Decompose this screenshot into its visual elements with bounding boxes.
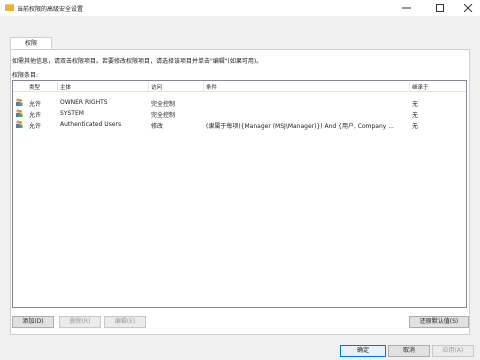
edit-button[interactable]: 编辑(E)	[104, 316, 146, 328]
apply-button[interactable]: 应用(A)	[432, 345, 474, 357]
column-divider[interactable]	[148, 82, 149, 91]
permission-entries-label: 权限条目:	[12, 72, 39, 79]
column-header-inherited-from[interactable]: 继承于	[412, 83, 429, 91]
maximize-icon	[435, 4, 444, 12]
entry-type: 允许	[29, 112, 42, 119]
column-header-type[interactable]: 类型	[29, 83, 40, 91]
remove-button[interactable]: 删除(R)	[59, 316, 101, 328]
entry-inherited-from: 无	[412, 112, 419, 119]
entry-access: 完全控制	[151, 112, 176, 119]
entry-principal: OWNER RIGHTS	[60, 99, 108, 106]
restore-defaults-button[interactable]: 还原默认值(S)	[409, 316, 469, 328]
users-icon	[16, 109, 23, 117]
minimize-button[interactable]	[391, 0, 421, 16]
list-header: 类型 主体 访问 条件 继承于	[13, 81, 466, 92]
entry-condition: (隶属于每项({Manager (MSJ\Manager)}) And {用户,…	[206, 123, 394, 130]
users-icon	[16, 98, 23, 106]
ok-button[interactable]: 确定	[340, 345, 386, 357]
table-row[interactable]: 允许 Authenticated Users 修改 (隶属于每项({Manage…	[13, 119, 466, 130]
column-header-principal[interactable]: 主体	[60, 83, 71, 91]
minimize-icon	[401, 7, 411, 9]
column-header-condition[interactable]: 条件	[206, 83, 217, 91]
entry-inherited-from: 无	[412, 101, 419, 108]
table-row[interactable]: 允许 SYSTEM 完全控制 无	[13, 108, 466, 119]
close-button[interactable]	[453, 0, 480, 16]
users-icon	[16, 120, 23, 128]
entry-inherited-from: 无	[412, 123, 419, 130]
entry-principal: Authenticated Users	[60, 121, 122, 128]
entry-type: 允许	[29, 123, 42, 130]
cancel-button[interactable]: 取消	[388, 345, 430, 357]
column-divider[interactable]	[203, 82, 204, 91]
column-divider[interactable]	[409, 82, 410, 91]
entry-access: 修改	[151, 123, 164, 130]
info-text: 如需其他信息，请双击权限项目。若要修改权限项目，请选择该项目并单击"编辑"(如果…	[12, 58, 263, 65]
maximize-button[interactable]	[425, 0, 455, 16]
column-divider[interactable]	[57, 82, 58, 91]
entry-type: 允许	[29, 101, 42, 108]
entry-principal: SYSTEM	[60, 110, 84, 117]
column-header-access[interactable]: 访问	[151, 83, 162, 91]
permission-entries-list[interactable]: 类型 主体 访问 条件 继承于 允许 OWNER RIGHTS 完全控制 无 允…	[12, 80, 467, 308]
folder-icon	[5, 4, 14, 11]
entry-access: 完全控制	[151, 101, 176, 108]
window-title: 当前权限的高级安全设置	[17, 6, 84, 13]
title-bar: 当前权限的高级安全设置	[0, 0, 480, 16]
add-button[interactable]: 添加(D)	[12, 316, 54, 328]
table-row[interactable]: 允许 OWNER RIGHTS 完全控制 无	[13, 97, 466, 108]
close-icon	[463, 3, 472, 13]
